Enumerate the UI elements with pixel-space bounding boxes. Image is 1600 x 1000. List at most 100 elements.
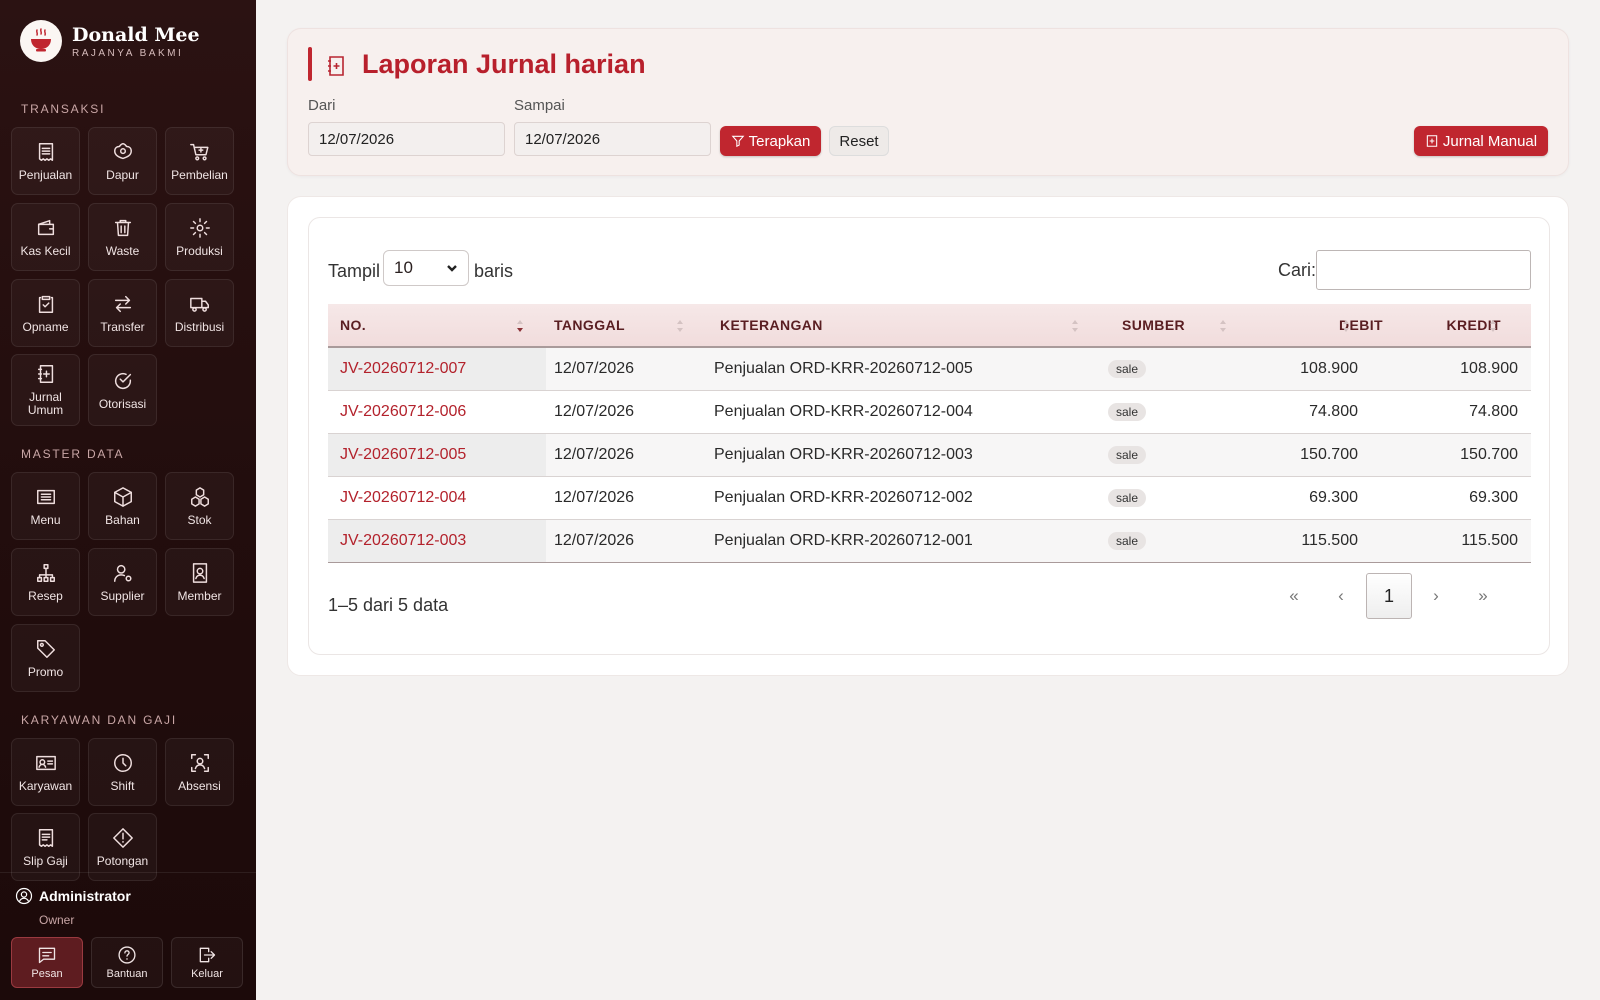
sidebar-item-distribusi[interactable]: Distribusi <box>165 279 234 347</box>
table-info: 1–5 dari 5 data <box>328 595 449 615</box>
sidebar-item-produksi[interactable]: Produksi <box>165 203 234 271</box>
date-cell: 12/07/2026 <box>554 532 635 549</box>
manual-journal-button[interactable]: Jurnal Manual <box>1414 126 1548 156</box>
clock-icon <box>113 753 132 772</box>
sidebar-item-label: Stok <box>187 512 212 527</box>
pagination-page-button[interactable]: 1 <box>1366 573 1412 619</box>
credit-cell: 74.800 <box>1469 403 1518 420</box>
from-date-input[interactable] <box>308 122 505 156</box>
description-cell: Penjualan ORD-KRR-20260712-001 <box>714 532 973 549</box>
bantuan-button[interactable]: Bantuan <box>91 937 163 988</box>
description-cell: Penjualan ORD-KRR-20260712-002 <box>714 489 973 506</box>
sidebar-item-opname[interactable]: Opname <box>11 279 80 347</box>
chevron-down-icon <box>447 265 457 272</box>
sort-icon <box>677 320 683 332</box>
sidebar-item-resep[interactable]: Resep <box>11 548 80 616</box>
sidebar-item-promo[interactable]: Promo <box>11 624 80 692</box>
sidebar-item-transfer[interactable]: Transfer <box>88 279 157 347</box>
sidebar-item-label: Karyawan <box>18 778 73 793</box>
sidebar-item-slip-gaji[interactable]: Slip Gaji <box>11 813 80 881</box>
sidebar-item-label: Penjualan <box>18 167 73 182</box>
sidebar-item-waste[interactable]: Waste <box>88 203 157 271</box>
column-header-sumber[interactable]: SUMBER <box>1122 304 1185 346</box>
sidebar-item-shift[interactable]: Shift <box>88 738 157 806</box>
page-length-select[interactable]: 10 <box>383 250 469 286</box>
debit-cell: 74.800 <box>1309 403 1358 420</box>
table-row: JV-20260712-003 12/07/2026 Penjualan ORD… <box>328 520 1531 563</box>
sidebar-item-jurnal-umum[interactable]: Jurnal Umum <box>11 354 80 426</box>
section-title-karyawan-dan-gaji: KARYAWAN DAN GAJI <box>21 713 177 727</box>
sidebar-item-stok[interactable]: Stok <box>165 472 234 540</box>
to-date-label: Sampai <box>514 97 565 114</box>
table-row: JV-20260712-007 12/07/2026 Penjualan ORD… <box>328 348 1531 391</box>
sidebar-item-pembelian[interactable]: Pembelian <box>165 127 234 195</box>
sidebar-item-otorisasi[interactable]: Otorisasi <box>88 354 157 426</box>
filter-card: Laporan Jurnal harian Dari Sampai Terapk… <box>287 28 1569 176</box>
sidebar-item-potongan[interactable]: Potongan <box>88 813 157 881</box>
keluar-button[interactable]: Keluar <box>171 937 243 988</box>
debit-cell: 69.300 <box>1309 489 1358 506</box>
search-label: Cari: <box>1278 260 1317 280</box>
journal-number-link[interactable]: JV-20260712-004 <box>340 477 466 519</box>
id-card-icon <box>35 755 56 770</box>
source-badge: sale <box>1108 403 1147 421</box>
box-icon <box>113 486 132 507</box>
user-name: Administrator <box>39 888 131 904</box>
journal-number-link[interactable]: JV-20260712-005 <box>340 434 466 476</box>
transfer-icon <box>114 295 131 312</box>
page-length-prefix: Tampil <box>328 261 381 281</box>
sidebar-item-label: Waste <box>105 243 140 258</box>
column-header-keterangan[interactable]: KETERANGAN <box>720 304 823 346</box>
sidebar-item-label: Kas Kecil <box>20 243 71 258</box>
column-header-tanggal[interactable]: TANGGAL <box>554 304 625 346</box>
title-accent-bar <box>308 47 312 81</box>
sidebar-item-kas-kecil[interactable]: Kas Kecil <box>11 203 80 271</box>
sidebar-item-label: Absensi <box>178 778 221 793</box>
sidebar-item-dapur[interactable]: Dapur <box>88 127 157 195</box>
user-info[interactable]: Administrator <box>15 887 131 905</box>
table-row: JV-20260712-006 12/07/2026 Penjualan ORD… <box>328 391 1531 434</box>
sidebar-item-karyawan[interactable]: Karyawan <box>11 738 80 806</box>
sidebar-item-absensi[interactable]: Absensi <box>165 738 234 806</box>
wallet-icon <box>37 219 54 235</box>
journal-number-link[interactable]: JV-20260712-007 <box>340 348 466 390</box>
pagination-last-button[interactable]: » <box>1460 573 1506 619</box>
bowl-logo-icon <box>20 20 62 62</box>
debit-cell: 150.700 <box>1300 446 1358 463</box>
question-circle-icon <box>118 946 136 964</box>
reset-button[interactable]: Reset <box>829 126 889 156</box>
search-input[interactable] <box>1316 250 1531 290</box>
sidebar-item-label: Transfer <box>100 319 145 334</box>
sidebar-item-label: Distribusi <box>174 319 225 334</box>
pagination-next-button[interactable]: › <box>1413 573 1459 619</box>
sidebar-item-member[interactable]: Member <box>165 548 234 616</box>
column-header-no[interactable]: NO. <box>340 304 366 346</box>
check-circle-icon <box>114 372 131 389</box>
boxes-icon <box>190 486 209 507</box>
sidebar-item-label: Otorisasi <box>98 396 147 411</box>
column-header-label: TANGGAL <box>554 317 625 333</box>
apply-filter-button[interactable]: Terapkan <box>720 126 821 156</box>
sidebar: Donald Mee RAJANYA BAKMI TRANSAKSI Penju… <box>0 0 256 1000</box>
section-title-transaksi: TRANSAKSI <box>21 102 106 116</box>
description-cell: Penjualan ORD-KRR-20260712-004 <box>714 403 973 420</box>
logout-icon <box>199 947 216 963</box>
date-cell: 12/07/2026 <box>554 403 635 420</box>
debit-cell: 108.900 <box>1300 360 1358 377</box>
to-date-input[interactable] <box>514 122 711 156</box>
sidebar-item-supplier[interactable]: Supplier <box>88 548 157 616</box>
pagination-prev-button[interactable]: ‹ <box>1318 573 1364 619</box>
journal-number-link[interactable]: JV-20260712-006 <box>340 391 466 433</box>
keluar-label: Keluar <box>191 968 223 980</box>
pagination-first-button[interactable]: « <box>1271 573 1317 619</box>
sidebar-item-menu[interactable]: Menu <box>11 472 80 540</box>
sidebar-item-label: Potongan <box>96 853 149 868</box>
sidebar-item-bahan[interactable]: Bahan <box>88 472 157 540</box>
column-header-label: NO. <box>340 317 367 333</box>
brand[interactable]: Donald Mee RAJANYA BAKMI <box>20 20 200 62</box>
sidebar-item-label: Jurnal Umum <box>27 390 64 417</box>
source-badge: sale <box>1108 360 1147 378</box>
journal-number-link[interactable]: JV-20260712-003 <box>340 520 466 562</box>
pesan-button[interactable]: Pesan <box>11 937 83 988</box>
sidebar-item-penjualan[interactable]: Penjualan <box>11 127 80 195</box>
